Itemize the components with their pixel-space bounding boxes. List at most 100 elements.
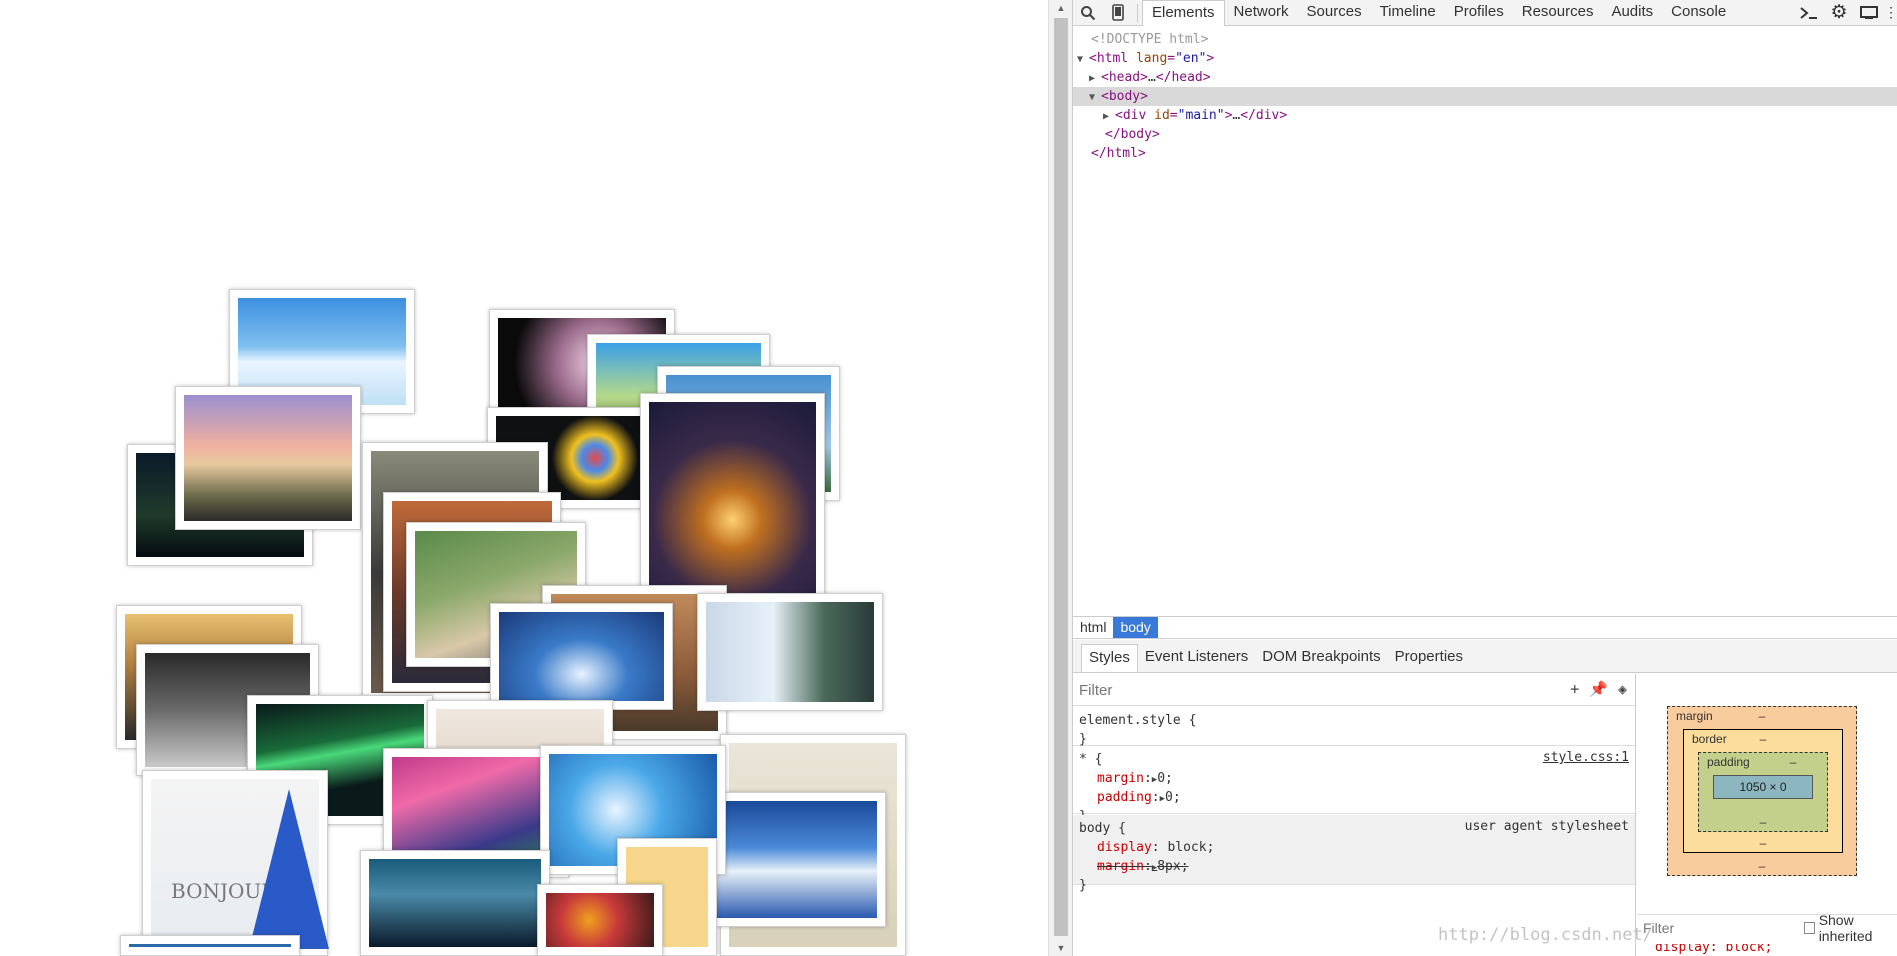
style-property[interactable]: margin:▶0; (1079, 769, 1629, 788)
dom-node-body[interactable]: ▼ <body> (1073, 87, 1897, 106)
settings-gear-icon[interactable]: ⚙ (1824, 0, 1854, 26)
dock-side-icon[interactable] (1854, 0, 1884, 26)
padding-top-value: – (1789, 755, 1797, 769)
dom-node-div-main[interactable]: ▶ <div id="main">…</div> (1073, 106, 1897, 125)
style-property[interactable]: display: block; (1079, 838, 1629, 857)
collapsed-triangle-icon[interactable]: ▶ (1089, 69, 1101, 88)
dom-node-html[interactable]: ▼ <html lang="en"> (1073, 49, 1897, 68)
styles-filter-input[interactable] (1079, 680, 1499, 700)
style-property-overridden[interactable]: margin:▶8px; (1079, 857, 1629, 876)
tag-name: div (1122, 108, 1147, 123)
scroll-up-arrow-icon[interactable]: ▲ (1056, 3, 1066, 13)
photo-card[interactable] (537, 884, 663, 956)
box-model-content[interactable]: 1050 × 0 (1713, 775, 1813, 799)
show-inherited-checkbox[interactable] (1804, 921, 1815, 934)
style-rule-element[interactable]: element.style { } (1073, 707, 1635, 747)
photo-image (709, 801, 877, 918)
computed-property-clipped: display: block; (1655, 944, 1773, 955)
property-name: padding (1097, 790, 1152, 805)
collapsed-triangle-icon[interactable]: ▶ (1103, 107, 1115, 126)
rule-selector: element.style { (1079, 713, 1197, 728)
attr-value: "en" (1175, 51, 1207, 66)
photo-card[interactable] (640, 393, 825, 607)
style-property[interactable]: padding:▶0; (1079, 788, 1629, 807)
tag-name: html (1096, 51, 1129, 66)
photo-card[interactable] (120, 935, 300, 956)
rule-source-link[interactable]: style.css:1 (1543, 750, 1629, 765)
tab-resources[interactable]: Resources (1513, 0, 1603, 26)
page-scrollbar[interactable]: ▲ ▼ (1048, 0, 1072, 956)
search-icon[interactable] (1073, 0, 1103, 26)
photo-card[interactable]: BONJOUR! (142, 770, 329, 956)
box-model-border[interactable]: border – – padding – – 1050 × 0 (1683, 729, 1843, 853)
tab-timeline[interactable]: Timeline (1371, 0, 1445, 26)
property-value: 0; (1165, 790, 1181, 805)
tag-name: body (1108, 89, 1141, 104)
photo-image (706, 602, 874, 702)
margin-top-value: – (1758, 709, 1766, 723)
tab-elements[interactable]: Elements (1142, 0, 1225, 26)
tab-console[interactable]: Console (1662, 0, 1735, 26)
photo-image (499, 612, 664, 701)
breadcrumb-html[interactable]: html (1073, 617, 1113, 638)
tag-name: body (1120, 127, 1152, 142)
attr-name: lang (1135, 51, 1168, 66)
style-rule-universal[interactable]: * { style.css:1 margin:▶0; padding:▶0; } (1073, 746, 1635, 824)
photo-image (546, 893, 654, 947)
tab-network[interactable]: Network (1225, 0, 1298, 26)
tab-dom-breakpoints[interactable]: DOM Breakpoints (1255, 644, 1387, 672)
photo-card[interactable] (697, 593, 883, 711)
photo-image (649, 402, 816, 598)
expanded-triangle-icon[interactable]: ▼ (1089, 88, 1101, 107)
border-top-value: – (1759, 732, 1767, 746)
tab-styles[interactable]: Styles (1081, 644, 1138, 672)
rule-source: user agent stylesheet (1464, 819, 1629, 834)
rule-close: } (1079, 878, 1087, 893)
tab-properties[interactable]: Properties (1388, 644, 1470, 672)
show-inherited-label: Show inherited (1818, 911, 1873, 944)
console-drawer-icon[interactable] (1794, 0, 1824, 26)
breadcrumb-body[interactable]: body (1113, 617, 1158, 638)
new-style-rule-icon[interactable]: + (1570, 680, 1579, 698)
border-bottom-value: – (1759, 836, 1767, 850)
browser-window: BONJOUR! ▲ ▼ Elements Network Sources Ti… (0, 0, 1897, 956)
scroll-down-arrow-icon[interactable]: ▼ (1056, 943, 1066, 953)
toolbar-right-group: ⚙ ⋮ (1794, 0, 1897, 26)
photo-image: BONJOUR! (151, 779, 329, 949)
sidebar-tabs: Styles Event Listeners DOM Breakpoints P… (1073, 640, 1897, 673)
scrollbar-thumb[interactable] (1054, 18, 1068, 936)
elements-dom-tree: <!DOCTYPE html> ▼ <html lang="en"> ▶ <head… (1073, 26, 1897, 616)
padding-bottom-value: – (1759, 815, 1767, 829)
style-rule-body-ua[interactable]: body { user agent stylesheet display: bl… (1073, 815, 1635, 893)
photo-image (184, 395, 352, 521)
tab-profiles[interactable]: Profiles (1445, 0, 1513, 26)
styles-filter-icons: + 📌 ◈ (1570, 680, 1627, 698)
tab-sources[interactable]: Sources (1298, 0, 1371, 26)
property-name: margin (1097, 771, 1144, 786)
photo-image (129, 944, 291, 947)
photo-card[interactable] (490, 603, 673, 710)
page-viewport: BONJOUR! (0, 0, 1048, 956)
box-model-margin[interactable]: margin – – border – – padding – – 1050 ×… (1667, 706, 1857, 876)
property-value: 8px; (1157, 859, 1189, 874)
more-options-icon[interactable]: ⋮ (1884, 0, 1897, 26)
dom-node-body-close[interactable]: </body> (1073, 125, 1897, 144)
dom-node-doctype[interactable]: <!DOCTYPE html> (1073, 30, 1897, 49)
eiffel-tower-shape (249, 789, 329, 949)
photo-card[interactable] (175, 386, 361, 530)
tag-name: html (1106, 146, 1138, 161)
tab-event-listeners[interactable]: Event Listeners (1138, 644, 1255, 672)
color-format-icon[interactable]: ◈ (1618, 680, 1627, 698)
dom-node-head[interactable]: ▶ <head>…</head> (1073, 68, 1897, 87)
dom-node-html-close[interactable]: </html> (1073, 144, 1897, 163)
device-mode-icon[interactable] (1103, 0, 1133, 26)
photo-image (369, 859, 541, 947)
photo-card[interactable] (700, 792, 886, 927)
tab-audits[interactable]: Audits (1602, 0, 1662, 26)
box-model-padding[interactable]: padding – – 1050 × 0 (1698, 752, 1828, 832)
pin-state-icon[interactable]: 📌 (1589, 680, 1608, 698)
expanded-triangle-icon[interactable]: ▼ (1077, 50, 1089, 69)
photo-card[interactable] (360, 850, 550, 956)
attr-name: id (1154, 108, 1170, 123)
collapsed-ellipsis: … (1147, 70, 1156, 85)
